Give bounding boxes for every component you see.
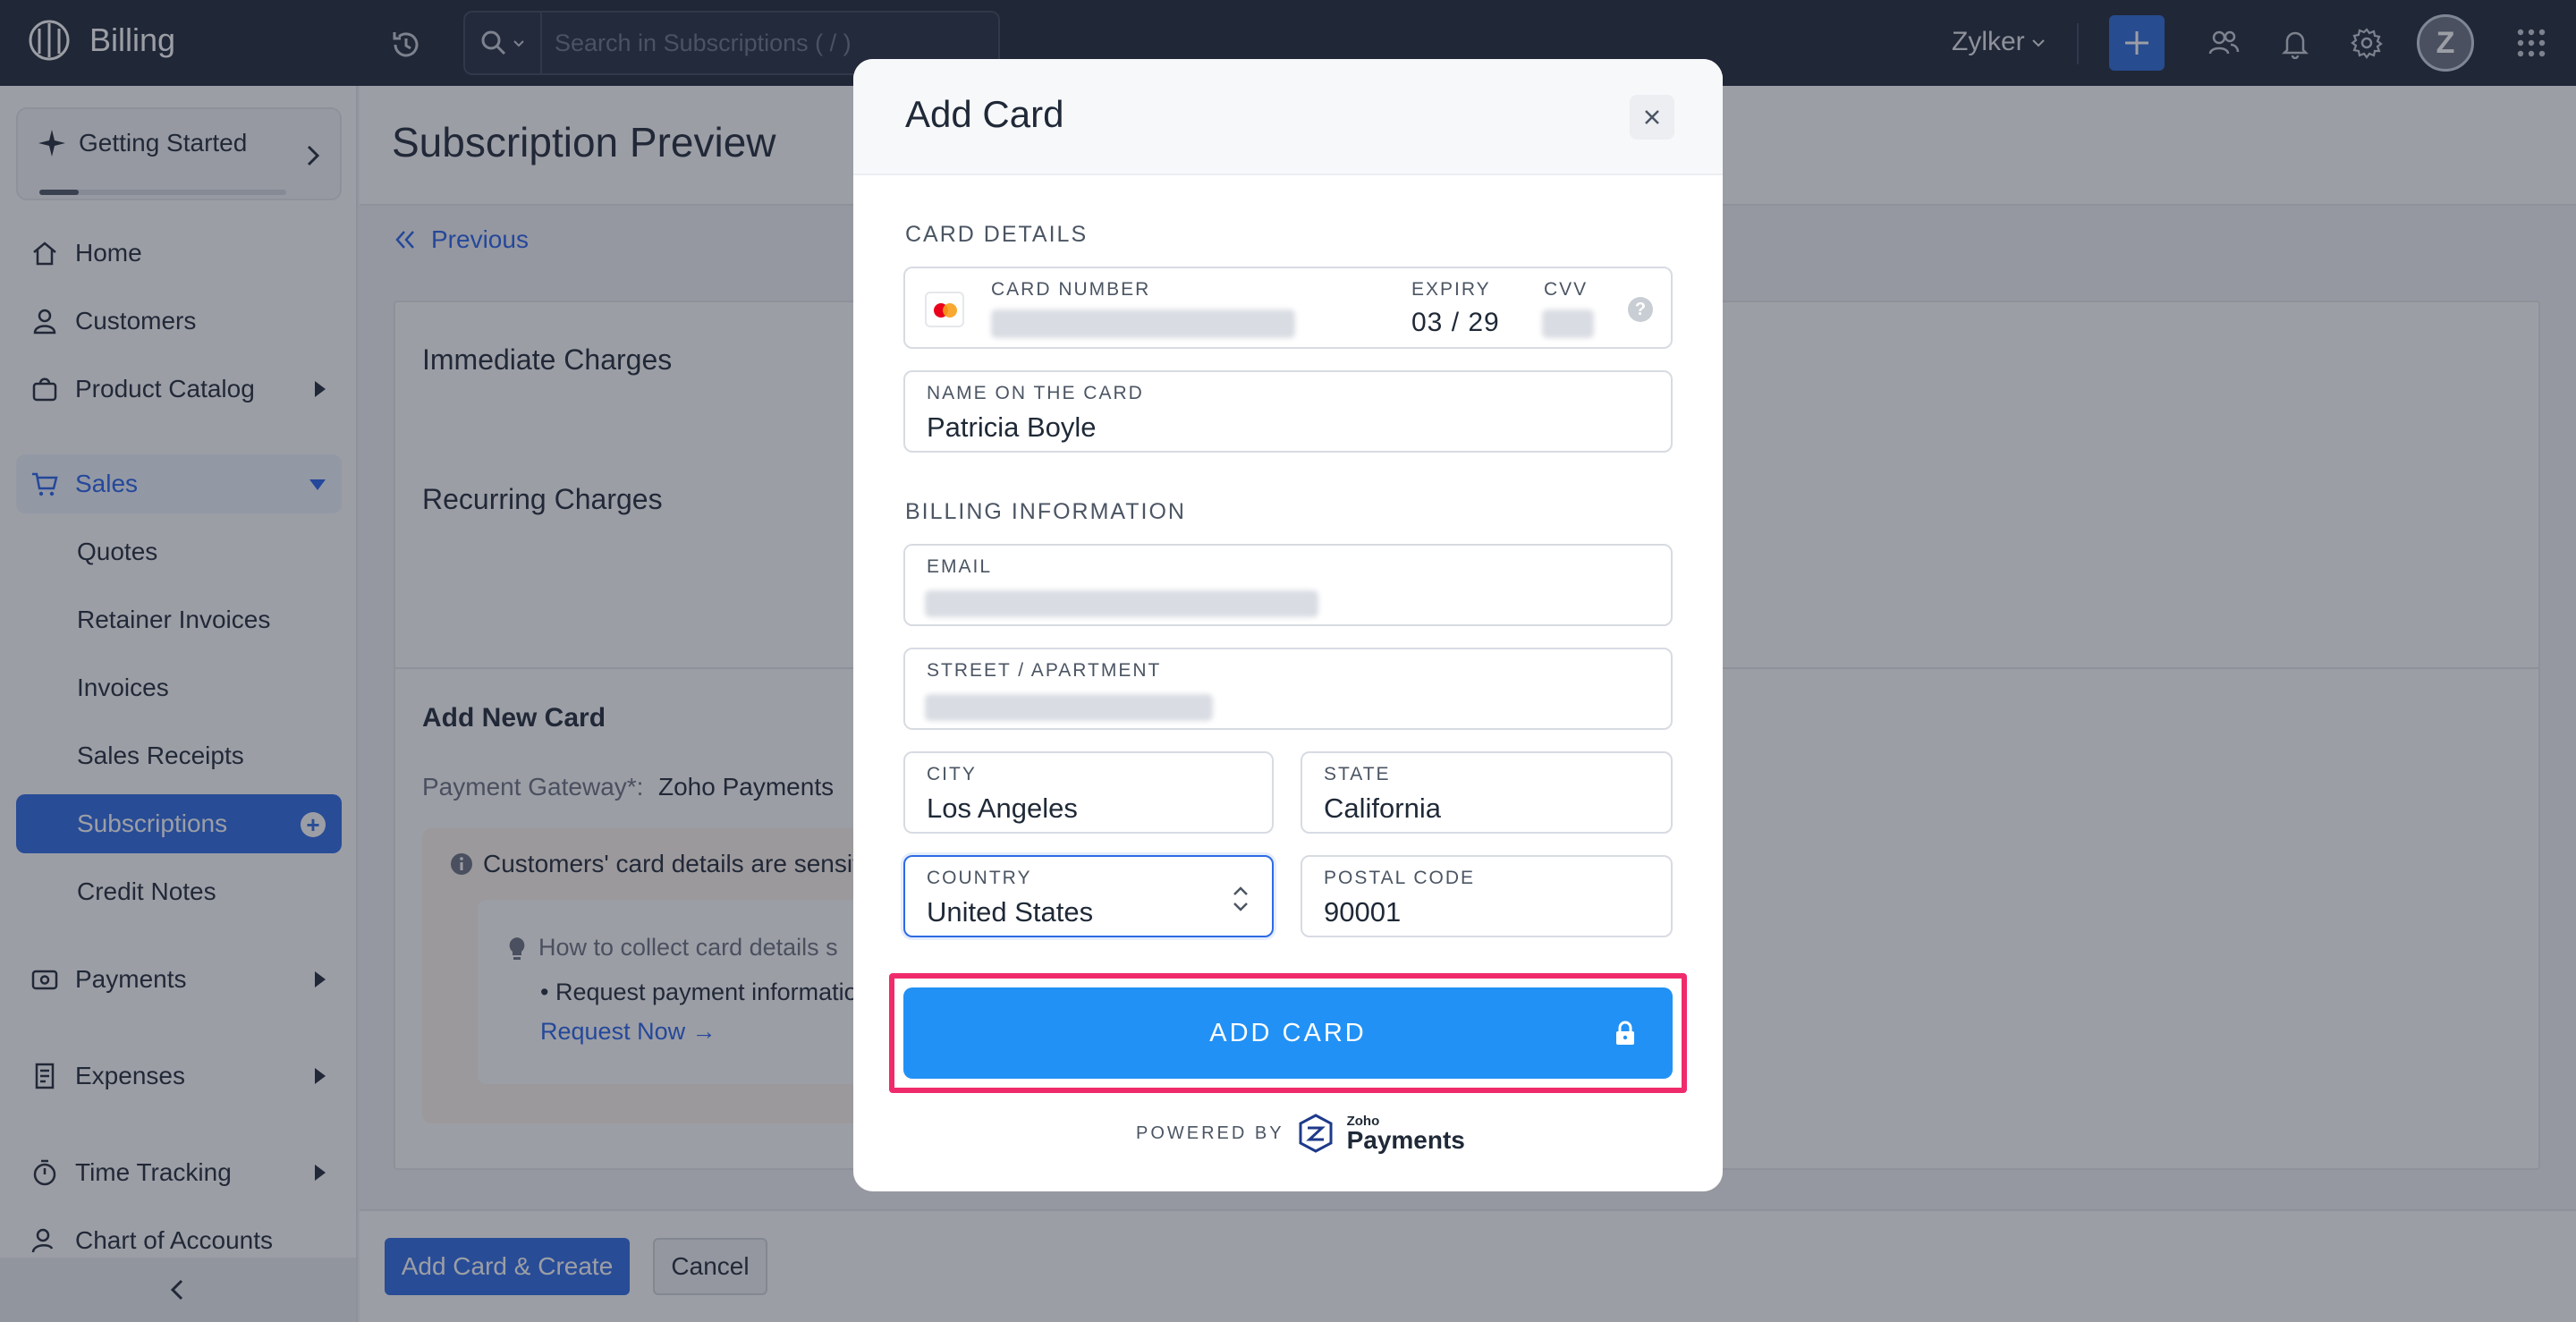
postal-code-label: POSTAL CODE bbox=[1324, 868, 1476, 888]
highlight-box bbox=[889, 973, 1687, 1093]
card-number-input[interactable] bbox=[991, 309, 1295, 338]
country-value: United States bbox=[927, 896, 1094, 928]
mastercard-icon bbox=[925, 292, 964, 327]
powered-by: POWERED BY Zoho Payments bbox=[1136, 1113, 1465, 1154]
card-details-field: CARD NUMBER EXPIRY 03 / 29 CVV ? bbox=[903, 267, 1673, 349]
state-field[interactable]: STATE California bbox=[1301, 751, 1673, 834]
zoho-payments-wordmark: Zoho Payments bbox=[1347, 1114, 1465, 1153]
help-icon[interactable]: ? bbox=[1628, 297, 1653, 322]
email-field[interactable]: EMAIL bbox=[903, 544, 1673, 626]
city-value: Los Angeles bbox=[927, 792, 1078, 824]
powered-by-label: POWERED BY bbox=[1136, 1123, 1284, 1143]
country-label: COUNTRY bbox=[927, 868, 1032, 888]
expiry-input[interactable]: 03 / 29 bbox=[1411, 308, 1500, 338]
street-field[interactable]: STREET / APARTMENT bbox=[903, 648, 1673, 730]
select-arrows-icon bbox=[1233, 886, 1248, 911]
street-value bbox=[925, 694, 1213, 721]
state-label: STATE bbox=[1324, 764, 1391, 784]
modal-header: Add Card bbox=[853, 59, 1723, 175]
postal-code-field[interactable]: POSTAL CODE 90001 bbox=[1301, 855, 1673, 937]
cvv-label: CVV bbox=[1544, 279, 1589, 300]
city-field[interactable]: CITY Los Angeles bbox=[903, 751, 1274, 834]
brand-large: Payments bbox=[1346, 1125, 1465, 1154]
city-label: CITY bbox=[927, 764, 977, 784]
card-number-label: CARD NUMBER bbox=[991, 279, 1151, 300]
billing-information-title: BILLING INFORMATION bbox=[905, 499, 1186, 524]
state-value: California bbox=[1324, 792, 1441, 824]
close-button[interactable] bbox=[1630, 95, 1674, 140]
country-select[interactable]: COUNTRY United States bbox=[903, 855, 1274, 937]
expiry-label: EXPIRY bbox=[1411, 279, 1491, 300]
name-on-card-value: Patricia Boyle bbox=[927, 411, 1097, 443]
cvv-input[interactable] bbox=[1542, 309, 1594, 338]
add-card-modal: Add Card CARD DETAILS CARD NUMBER EXPIRY… bbox=[853, 59, 1723, 1191]
name-on-card-label: NAME ON THE CARD bbox=[927, 383, 1144, 403]
street-label: STREET / APARTMENT bbox=[927, 660, 1162, 681]
modal-title: Add Card bbox=[905, 93, 1064, 135]
name-on-card-field[interactable]: NAME ON THE CARD Patricia Boyle bbox=[903, 370, 1673, 453]
email-label: EMAIL bbox=[927, 556, 993, 577]
zoho-payments-logo-icon bbox=[1299, 1114, 1333, 1153]
card-details-title: CARD DETAILS bbox=[905, 222, 1089, 247]
email-value bbox=[925, 590, 1318, 617]
close-icon bbox=[1645, 110, 1659, 124]
postal-code-value: 90001 bbox=[1324, 896, 1402, 928]
